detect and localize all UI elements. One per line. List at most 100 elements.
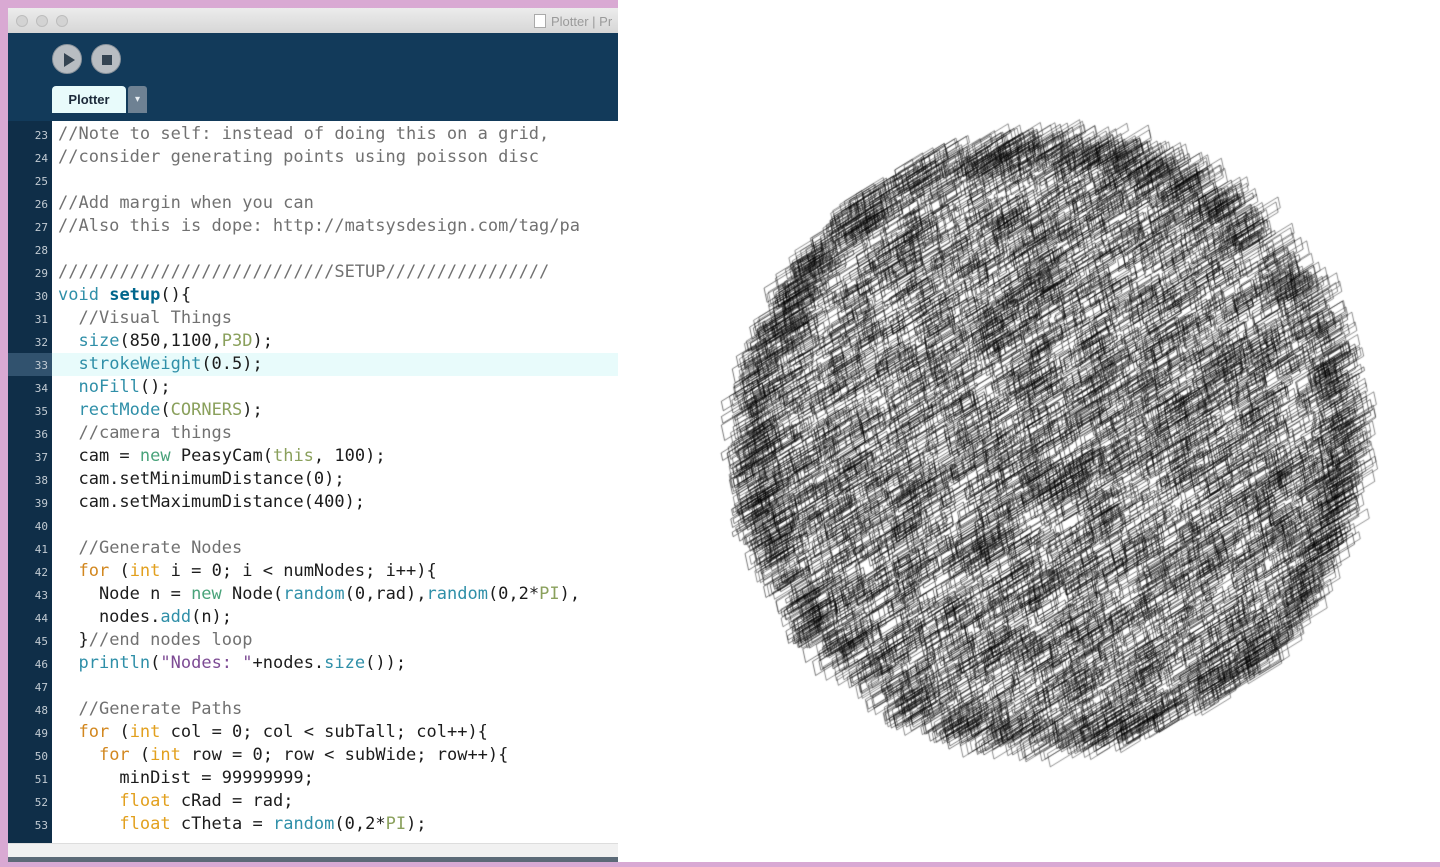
code-line[interactable]: nodes.add(n); xyxy=(52,606,618,629)
code-line[interactable]: void setup(){ xyxy=(52,284,618,307)
code-text: //Also this is dope: http://matsysdesign… xyxy=(58,216,580,236)
code-text: //consider generating points using poiss… xyxy=(58,147,540,167)
code-text: //Visual Things xyxy=(78,308,233,328)
line-number: 32 xyxy=(34,336,48,349)
stop-icon xyxy=(102,55,112,65)
line-number: 50 xyxy=(34,750,48,763)
code-line[interactable]: size(850,1100,P3D); xyxy=(52,330,618,353)
line-number: 49 xyxy=(34,727,48,740)
play-icon xyxy=(64,53,75,67)
minimize-window-button[interactable] xyxy=(36,15,48,27)
code-text: for (int row = 0; row < subWide; row++){ xyxy=(98,745,509,765)
code-text: //Generate Nodes xyxy=(78,538,243,558)
code-text: //camera things xyxy=(78,423,233,443)
toolbar: Plotter ▾ xyxy=(8,33,618,121)
line-number: 34 xyxy=(34,382,48,395)
code-line[interactable] xyxy=(52,514,618,537)
code-editor[interactable]: //Note to self: instead of doing this on… xyxy=(52,121,618,843)
code-text: cam.setMinimumDistance(0); xyxy=(58,469,345,489)
code-line[interactable] xyxy=(52,675,618,698)
sketch-output-window xyxy=(618,0,1440,862)
tab-menu-button[interactable]: ▾ xyxy=(128,86,147,113)
line-number: 43 xyxy=(34,589,48,602)
code-line[interactable]: //Generate Nodes xyxy=(52,537,618,560)
code-line[interactable]: //Also this is dope: http://matsysdesign… xyxy=(52,215,618,238)
line-number: 51 xyxy=(34,773,48,786)
code-line[interactable]: }//end nodes loop xyxy=(52,629,618,652)
line-number: 30 xyxy=(34,290,48,303)
line-number: 23 xyxy=(34,129,48,142)
code-line[interactable]: //Visual Things xyxy=(52,307,618,330)
line-number: 45 xyxy=(34,635,48,648)
line-number: 53 xyxy=(34,819,48,832)
code-line[interactable]: Node n = new Node(random(0,rad),random(0… xyxy=(52,583,618,606)
run-button[interactable] xyxy=(52,44,82,74)
line-number: 24 xyxy=(34,152,48,165)
window-titlebar: Plotter | Pr xyxy=(8,8,618,34)
line-number: 41 xyxy=(34,543,48,556)
code-text: void setup(){ xyxy=(58,285,192,305)
code-text: cam = new PeasyCam(this, 100); xyxy=(58,446,386,466)
line-number: 33 xyxy=(8,353,52,376)
code-text: rectMode(CORNERS); xyxy=(78,400,263,420)
code-text: float cTheta = random(0,2*PI); xyxy=(119,814,427,834)
line-number: 42 xyxy=(34,566,48,579)
line-number: 36 xyxy=(34,428,48,441)
code-text: ///////////////////////////SETUP////////… xyxy=(58,262,550,282)
code-line[interactable]: noFill(); xyxy=(52,376,618,399)
processing-ide-window: Plotter | Pr Plotter ▾ 23 24 25 26 27 28 29 30 3… xyxy=(8,8,618,862)
code-line[interactable]: cam.setMinimumDistance(0); xyxy=(52,468,618,491)
line-number: 26 xyxy=(34,198,48,211)
code-line[interactable]: //Generate Paths xyxy=(52,698,618,721)
line-number: 48 xyxy=(34,704,48,717)
code-text: for (int i = 0; i < numNodes; i++){ xyxy=(78,561,437,581)
line-number: 52 xyxy=(34,796,48,809)
line-number: 28 xyxy=(34,244,48,257)
code-line[interactable]: //camera things xyxy=(52,422,618,445)
code-line[interactable]: strokeWeight(0.5); xyxy=(52,353,618,376)
line-number: 46 xyxy=(34,658,48,671)
code-text: cam.setMaximumDistance(400); xyxy=(58,492,366,512)
code-line[interactable]: ///////////////////////////SETUP////////… xyxy=(52,261,618,284)
horizontal-scrollbar[interactable] xyxy=(8,843,618,857)
code-line[interactable]: float cRad = rad; xyxy=(52,790,618,813)
zoom-window-button[interactable] xyxy=(56,15,68,27)
code-line[interactable]: rectMode(CORNERS); xyxy=(52,399,618,422)
code-text: minDist = 99999999; xyxy=(58,768,314,788)
tab-plotter[interactable]: Plotter xyxy=(52,86,126,113)
code-line[interactable]: //Add margin when you can xyxy=(52,192,618,215)
code-line[interactable] xyxy=(52,238,618,261)
line-number: 47 xyxy=(34,681,48,694)
code-text: nodes.add(n); xyxy=(58,607,233,627)
line-number: 27 xyxy=(34,221,48,234)
code-line[interactable]: for (int col = 0; col < subTall; col++){ xyxy=(52,721,618,744)
code-line[interactable]: //Note to self: instead of doing this on… xyxy=(52,123,618,146)
code-line[interactable]: for (int i = 0; i < numNodes; i++){ xyxy=(52,560,618,583)
line-number: 44 xyxy=(34,612,48,625)
code-line[interactable]: //consider generating points using poiss… xyxy=(52,146,618,169)
code-text: //Generate Paths xyxy=(78,699,243,719)
status-bar xyxy=(8,857,618,862)
code-text: for (int col = 0; col < subTall; col++){ xyxy=(78,722,488,742)
code-text: float cRad = rad; xyxy=(119,791,294,811)
line-number-gutter: 23 24 25 26 27 28 29 30 31 32 33 34 35 36 37 38 39 40 41 42… xyxy=(8,121,52,843)
code-line[interactable]: cam = new PeasyCam(this, 100); xyxy=(52,445,618,468)
code-text: //Add margin when you can xyxy=(58,193,314,213)
code-text: strokeWeight(0.5); xyxy=(78,354,263,374)
code-line[interactable]: float cTheta = random(0,2*PI); xyxy=(52,813,618,836)
code-line[interactable]: cam.setMaximumDistance(400); xyxy=(52,491,618,514)
code-text: //Note to self: instead of doing this on… xyxy=(58,124,550,144)
line-number: 39 xyxy=(34,497,48,510)
close-window-button[interactable] xyxy=(16,15,28,27)
code-line[interactable]: for (int row = 0; row < subWide; row++){ xyxy=(52,744,618,767)
code-text: noFill(); xyxy=(78,377,171,397)
code-line[interactable]: minDist = 99999999; xyxy=(52,767,618,790)
code-text: println("Nodes: "+nodes.size()); xyxy=(78,653,407,673)
window-title: Plotter | Pr xyxy=(534,14,612,29)
code-line[interactable] xyxy=(52,169,618,192)
code-line[interactable]: println("Nodes: "+nodes.size()); xyxy=(52,652,618,675)
stop-button[interactable] xyxy=(91,44,121,74)
plotter-sphere-image xyxy=(618,0,1440,862)
line-number: 40 xyxy=(34,520,48,533)
code-text: }//end nodes loop xyxy=(58,630,253,650)
